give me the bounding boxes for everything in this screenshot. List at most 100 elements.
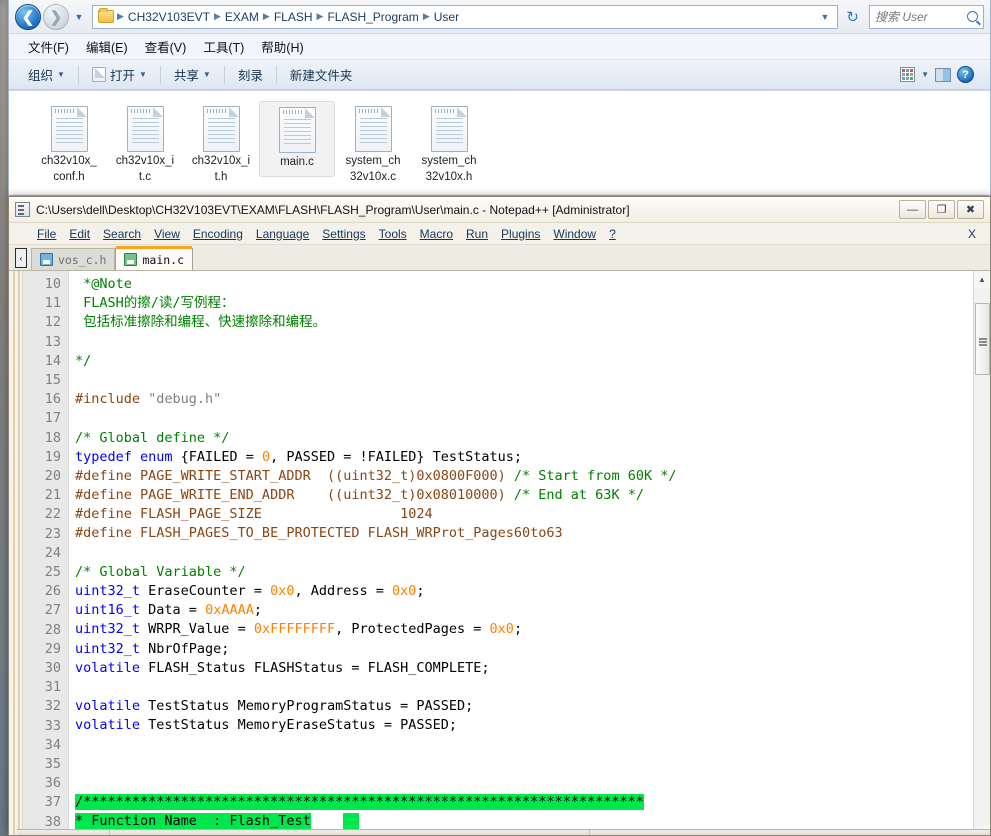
scroll-up-arrow-icon[interactable]: ▲ [974, 271, 991, 288]
code-line[interactable]: uint16_t Data = 0xAAAA; [75, 601, 973, 620]
menu-item-macro[interactable]: Macro [414, 225, 459, 243]
line-number: 35 [23, 755, 61, 774]
code-line[interactable] [75, 736, 973, 755]
tab-main-c[interactable]: main.c [115, 248, 193, 270]
menu-item-about[interactable]: ? [603, 225, 622, 243]
close-document-button[interactable]: X [962, 225, 990, 243]
code-line[interactable]: volatile FLASH_Status FLASHStatus = FLAS… [75, 659, 973, 678]
notepadpp-tab-bar: ‹ vos_c.h main.c [9, 245, 990, 271]
code-line[interactable] [75, 371, 973, 390]
search-icon [967, 11, 978, 22]
menu-item-view[interactable]: 查看(V) [138, 34, 194, 59]
list-item[interactable]: ch32v10x_i t.c [107, 101, 183, 188]
code-line[interactable]: #define FLASH_PAGES_TO_BE_PROTECTED FLAS… [75, 524, 973, 543]
code-line[interactable]: *@Note [75, 275, 973, 294]
list-item[interactable]: ch32v10x_i t.h [183, 101, 259, 188]
view-layout-icon[interactable] [900, 67, 915, 82]
code-line[interactable]: #include "debug.h" [75, 390, 973, 409]
code-line[interactable]: /* Global Variable */ [75, 563, 973, 582]
code-line[interactable]: /***************************************… [75, 793, 973, 812]
explorer-address-bar: ❮ ❯ ▼ ▶ CH32V103EVT ▶ EXAM ▶ FLASH ▶ FLA… [9, 0, 990, 34]
new-folder-button[interactable]: 新建文件夹 [281, 61, 362, 88]
vertical-scrollbar[interactable]: ▲ ▼ [973, 271, 990, 836]
code-line[interactable]: volatile TestStatus MemoryEraseStatus = … [75, 716, 973, 735]
menu-item-language[interactable]: Language [250, 225, 315, 243]
list-item[interactable]: system_ch 32v10x.c [335, 101, 411, 188]
preview-pane-icon[interactable] [935, 68, 951, 82]
back-arrow-icon[interactable]: ❮ [15, 4, 41, 30]
notepadpp-title-bar[interactable]: C:\Users\dell\Desktop\CH32V103EVT\EXAM\F… [9, 197, 990, 223]
menu-item-window[interactable]: Window [547, 225, 602, 243]
chevron-down-icon[interactable]: ▼ [921, 70, 929, 79]
line-number: 28 [23, 621, 61, 640]
menu-item-search[interactable]: Search [97, 225, 147, 243]
recent-pages-icon[interactable]: ▼ [71, 4, 87, 30]
code-line[interactable] [75, 755, 973, 774]
scroll-thumb[interactable] [975, 303, 990, 375]
breadcrumb-item-2[interactable]: FLASH [271, 10, 316, 24]
breadcrumb-item-3[interactable]: FLASH_Program [324, 10, 421, 24]
code-line[interactable] [75, 678, 973, 697]
code-line[interactable]: uint32_t EraseCounter = 0x0, Address = 0… [75, 582, 973, 601]
notepadpp-menu-bar: File Edit Search View Encoding Language … [9, 223, 990, 245]
breadcrumb-item-1[interactable]: EXAM [222, 10, 262, 24]
organize-button[interactable]: 组织 ▼ [19, 61, 74, 88]
tab-label: main.c [142, 253, 184, 267]
maximize-button[interactable]: ❐ [928, 200, 955, 219]
open-button[interactable]: 打开 ▼ [83, 61, 156, 88]
breadcrumb-item-0[interactable]: CH32V103EVT [125, 10, 213, 24]
code-line[interactable]: #define PAGE_WRITE_END_ADDR ((uint32_t)0… [75, 486, 973, 505]
share-button[interactable]: 共享 ▼ [165, 61, 220, 88]
code-line[interactable] [75, 774, 973, 793]
list-item[interactable]: ch32v10x_ conf.h [31, 101, 107, 188]
help-icon[interactable]: ? [957, 66, 974, 83]
code-line[interactable]: uint32_t NbrOfPage; [75, 640, 973, 659]
code-line[interactable]: /* Global define */ [75, 429, 973, 448]
list-item-selected[interactable]: main.c [259, 101, 335, 177]
menu-item-plugins[interactable]: Plugins [495, 225, 546, 243]
bookmark-margin[interactable] [9, 271, 23, 836]
code-line[interactable]: #define PAGE_WRITE_START_ADDR ((uint32_t… [75, 467, 973, 486]
tab-scroll-handle[interactable]: ‹ [15, 248, 27, 268]
editor-area: 1011121314151617181920212223242526272829… [9, 271, 990, 836]
minimize-button[interactable]: — [899, 200, 926, 219]
close-button[interactable]: ✖ [957, 200, 984, 219]
address-dropdown-icon[interactable]: ▼ [815, 12, 836, 22]
line-number: 32 [23, 697, 61, 716]
code-line[interactable]: #define FLASH_PAGE_SIZE 1024 [75, 505, 973, 524]
file-icon [355, 106, 392, 152]
code-line[interactable] [75, 333, 973, 352]
code-line[interactable]: volatile TestStatus MemoryProgramStatus … [75, 697, 973, 716]
refresh-icon[interactable]: ↻ [840, 8, 865, 26]
code-line[interactable]: 包括标准擦除和编程、快速擦除和编程。 [75, 313, 973, 332]
tab-vos_c-h[interactable]: vos_c.h [31, 248, 115, 270]
code-line[interactable]: typedef enum {FAILED = 0, PASSED = !FAIL… [75, 448, 973, 467]
menu-item-run[interactable]: Run [460, 225, 494, 243]
search-input[interactable]: 搜索 User [869, 5, 984, 29]
menu-item-tools[interactable]: Tools [373, 225, 413, 243]
code-line[interactable] [75, 544, 973, 563]
menu-item-edit[interactable]: Edit [63, 225, 96, 243]
code-line[interactable]: uint32_t WRPR_Value = 0xFFFFFFFF, Protec… [75, 620, 973, 639]
menu-item-settings[interactable]: Settings [316, 225, 371, 243]
breadcrumb-item-4[interactable]: User [431, 10, 462, 24]
breadcrumb[interactable]: ▶ CH32V103EVT ▶ EXAM ▶ FLASH ▶ FLASH_Pro… [92, 5, 838, 29]
menu-item-file[interactable]: 文件(F) [21, 34, 76, 59]
menu-item-view[interactable]: View [148, 225, 186, 243]
tab-label: vos_c.h [58, 253, 106, 267]
code-line[interactable] [75, 409, 973, 428]
status-bar [17, 829, 991, 835]
file-name-line1: ch32v10x_ [41, 155, 97, 168]
menu-item-edit[interactable]: 编辑(E) [79, 34, 135, 59]
burn-label: 刻录 [238, 65, 263, 84]
menu-item-encoding[interactable]: Encoding [187, 225, 249, 243]
forward-arrow-icon[interactable]: ❯ [43, 4, 69, 30]
burn-button[interactable]: 刻录 [229, 61, 272, 88]
menu-item-file[interactable]: File [31, 225, 62, 243]
code-line[interactable]: */ [75, 352, 973, 371]
code-text[interactable]: *@Note FLASH的擦/读/写例程： 包括标准擦除和编程、快速擦除和编程。… [69, 271, 973, 836]
menu-item-help[interactable]: 帮助(H) [254, 34, 310, 59]
menu-item-tools[interactable]: 工具(T) [196, 34, 251, 59]
list-item[interactable]: system_ch 32v10x.h [411, 101, 487, 188]
code-line[interactable]: FLASH的擦/读/写例程： [75, 294, 973, 313]
